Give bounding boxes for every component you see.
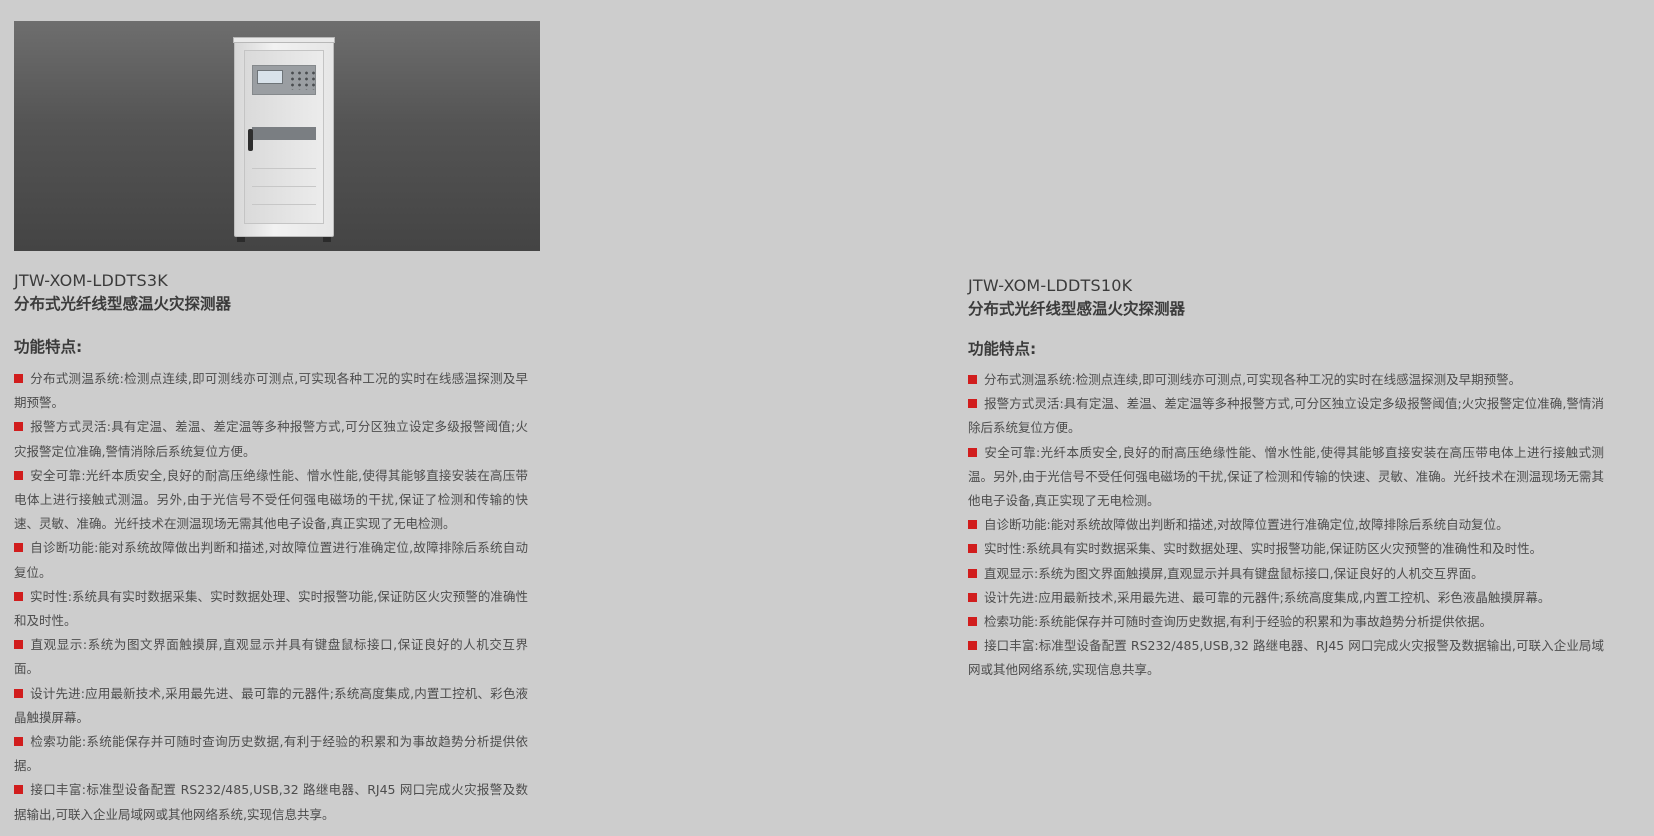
feature-item: 检索功能:系统能保存并可随时查询历史数据,有利于经验的积累和为事故趋势分析提供依… — [14, 730, 528, 778]
cabinet-screen — [257, 70, 283, 84]
product-image — [14, 21, 540, 251]
feature-item: 实时性:系统具有实时数据采集、实时数据处理、实时报警功能,保证防区火灾预警的准确… — [968, 537, 1604, 561]
feature-item: 实时性:系统具有实时数据采集、实时数据处理、实时报警功能,保证防区火灾预警的准确… — [14, 585, 528, 633]
feature-text: 分布式测温系统:检测点连续,即可测线亦可测点,可实现各种工况的实时在线感温探测及… — [984, 372, 1522, 387]
red-square-bullet-icon — [14, 591, 23, 601]
red-square-bullet-icon — [968, 447, 977, 457]
red-square-bullet-icon — [968, 399, 977, 409]
features-heading: 功能特点: — [968, 340, 1037, 358]
red-square-bullet-icon — [968, 617, 977, 627]
feature-text: 设计先进:应用最新技术,采用最先进、最可靠的元器件;系统高度集成,内置工控机、彩… — [984, 589, 1551, 605]
cabinet-door — [244, 50, 324, 224]
feature-text: 实时性:系统具有实时数据采集、实时数据处理、实时报警功能,保证防区火灾预警的准确… — [14, 588, 528, 629]
cabinet-control-panel — [252, 65, 317, 95]
red-square-bullet-icon — [14, 737, 23, 747]
feature-list: 分布式测温系统:检测点连续,即可测线亦可测点,可实现各种工况的实时在线感温探测及… — [968, 368, 1604, 683]
red-square-bullet-icon — [968, 568, 977, 578]
feature-text: 设计先进:应用最新技术,采用最先进、最可靠的元器件;系统高度集成,内置工控机、彩… — [14, 685, 528, 725]
product-model: JTW-XOM-LDDTS10K — [968, 276, 1133, 295]
feature-text: 直观显示:系统为图文界面触摸屏,直观显示并具有键盘鼠标接口,保证良好的人机交互界… — [14, 637, 528, 677]
feature-text: 安全可靠:光纤本质安全,良好的耐高压绝缘性能、憎水性能,使得其能够直接安装在高压… — [968, 444, 1604, 509]
feature-text: 自诊断功能:能对系统故障做出判断和描述,对故障位置进行准确定位,故障排除后系统自… — [984, 517, 1509, 533]
page: JTW-XOM-LDDTS3K 分布式光纤线型感温火灾探测器 功能特点: 分布式… — [0, 0, 1654, 836]
red-square-bullet-icon — [968, 375, 977, 384]
feature-item: 接口丰富:标准型设备配置 RS232/485,USB,32 路继电器、RJ45 … — [14, 778, 528, 826]
red-square-bullet-icon — [14, 422, 23, 432]
feature-item: 设计先进:应用最新技术,采用最先进、最可靠的元器件;系统高度集成,内置工控机、彩… — [14, 682, 528, 730]
feature-item: 直观显示:系统为图文界面触摸屏,直观显示并具有键盘鼠标接口,保证良好的人机交互界… — [14, 633, 528, 681]
product-card-10k: JTW-XOM-LDDTS10K 分布式光纤线型感温火灾探测器 功能特点: 分布… — [968, 275, 1604, 683]
feature-item: 设计先进:应用最新技术,采用最先进、最可靠的元器件;系统高度集成,内置工控机、彩… — [968, 586, 1604, 610]
red-square-bullet-icon — [968, 592, 977, 602]
red-square-bullet-icon — [14, 374, 23, 383]
red-square-bullet-icon — [968, 641, 977, 651]
feature-list: 分布式测温系统:检测点连续,即可测线亦可测点,可实现各种工况的实时在线感温探测及… — [14, 367, 528, 827]
cabinet-feet — [237, 237, 331, 242]
feature-item: 直观显示:系统为图文界面触摸屏,直观显示并具有键盘鼠标接口,保证良好的人机交互界… — [968, 562, 1604, 586]
cabinet-buttons — [289, 70, 317, 90]
product-model: JTW-XOM-LDDTS3K — [14, 271, 168, 290]
feature-item: 分布式测温系统:检测点连续,即可测线亦可测点,可实现各种工况的实时在线感温探测及… — [14, 367, 528, 415]
feature-text: 检索功能:系统能保存并可随时查询历史数据,有利于经验的积累和为事故趋势分析提供依… — [984, 614, 1493, 630]
cabinet-shelves — [252, 151, 316, 217]
red-square-bullet-icon — [14, 785, 23, 795]
product-name: 分布式光纤线型感温火灾探测器 — [968, 300, 1186, 318]
feature-text: 实时性:系统具有实时数据采集、实时数据处理、实时报警功能,保证防区火灾预警的准确… — [984, 541, 1543, 557]
feature-text: 自诊断功能:能对系统故障做出判断和描述,对故障位置进行准确定位,故障排除后系统自… — [14, 540, 528, 580]
red-square-bullet-icon — [14, 688, 23, 698]
feature-text: 检索功能:系统能保存并可随时查询历史数据,有利于经验的积累和为事故趋势分析提供依… — [14, 734, 528, 774]
feature-item: 报警方式灵活:具有定温、差温、差定温等多种报警方式,可分区独立设定多级报警阈值;… — [14, 415, 528, 463]
feature-item: 安全可靠:光纤本质安全,良好的耐高压绝缘性能、憎水性能,使得其能够直接安装在高压… — [968, 441, 1604, 514]
cabinet-band — [252, 127, 316, 140]
feature-item: 安全可靠:光纤本质安全,良好的耐高压绝缘性能、憎水性能,使得其能够直接安装在高压… — [14, 464, 528, 537]
feature-text: 直观显示:系统为图文界面触摸屏,直观显示并具有键盘鼠标接口,保证良好的人机交互界… — [984, 565, 1484, 581]
feature-item: 自诊断功能:能对系统故障做出判断和描述,对故障位置进行准确定位,故障排除后系统自… — [14, 536, 528, 584]
product-name: 分布式光纤线型感温火灾探测器 — [14, 295, 232, 313]
red-square-bullet-icon — [968, 520, 977, 530]
feature-text: 分布式测温系统:检测点连续,即可测线亦可测点,可实现各种工况的实时在线感温探测及… — [14, 371, 528, 411]
feature-item: 分布式测温系统:检测点连续,即可测线亦可测点,可实现各种工况的实时在线感温探测及… — [968, 368, 1604, 392]
red-square-bullet-icon — [968, 544, 977, 554]
red-square-bullet-icon — [14, 543, 23, 553]
feature-text: 接口丰富:标准型设备配置 RS232/485,USB,32 路继电器、RJ45 … — [968, 638, 1604, 678]
cabinet-top — [233, 37, 335, 43]
feature-text: 报警方式灵活:具有定温、差温、差定温等多种报警方式,可分区独立设定多级报警阈值;… — [14, 419, 528, 459]
feature-item: 自诊断功能:能对系统故障做出判断和描述,对故障位置进行准确定位,故障排除后系统自… — [968, 513, 1604, 537]
red-square-bullet-icon — [14, 640, 23, 650]
feature-text: 安全可靠:光纤本质安全,良好的耐高压绝缘性能、憎水性能,使得其能够直接安装在高压… — [14, 467, 528, 532]
feature-item: 检索功能:系统能保存并可随时查询历史数据,有利于经验的积累和为事故趋势分析提供依… — [968, 610, 1604, 634]
cabinet-handle — [248, 129, 253, 151]
feature-item: 接口丰富:标准型设备配置 RS232/485,USB,32 路继电器、RJ45 … — [968, 634, 1604, 682]
product-card-3k: JTW-XOM-LDDTS3K 分布式光纤线型感温火灾探测器 功能特点: 分布式… — [14, 21, 540, 827]
features-heading: 功能特点: — [14, 338, 83, 356]
feature-text: 报警方式灵活:具有定温、差温、差定温等多种报警方式,可分区独立设定多级报警阈值;… — [968, 396, 1604, 436]
cabinet-illustration — [233, 37, 335, 242]
feature-item: 报警方式灵活:具有定温、差温、差定温等多种报警方式,可分区独立设定多级报警阈值;… — [968, 392, 1604, 440]
red-square-bullet-icon — [14, 470, 23, 480]
feature-text: 接口丰富:标准型设备配置 RS232/485,USB,32 路继电器、RJ45 … — [14, 782, 528, 822]
